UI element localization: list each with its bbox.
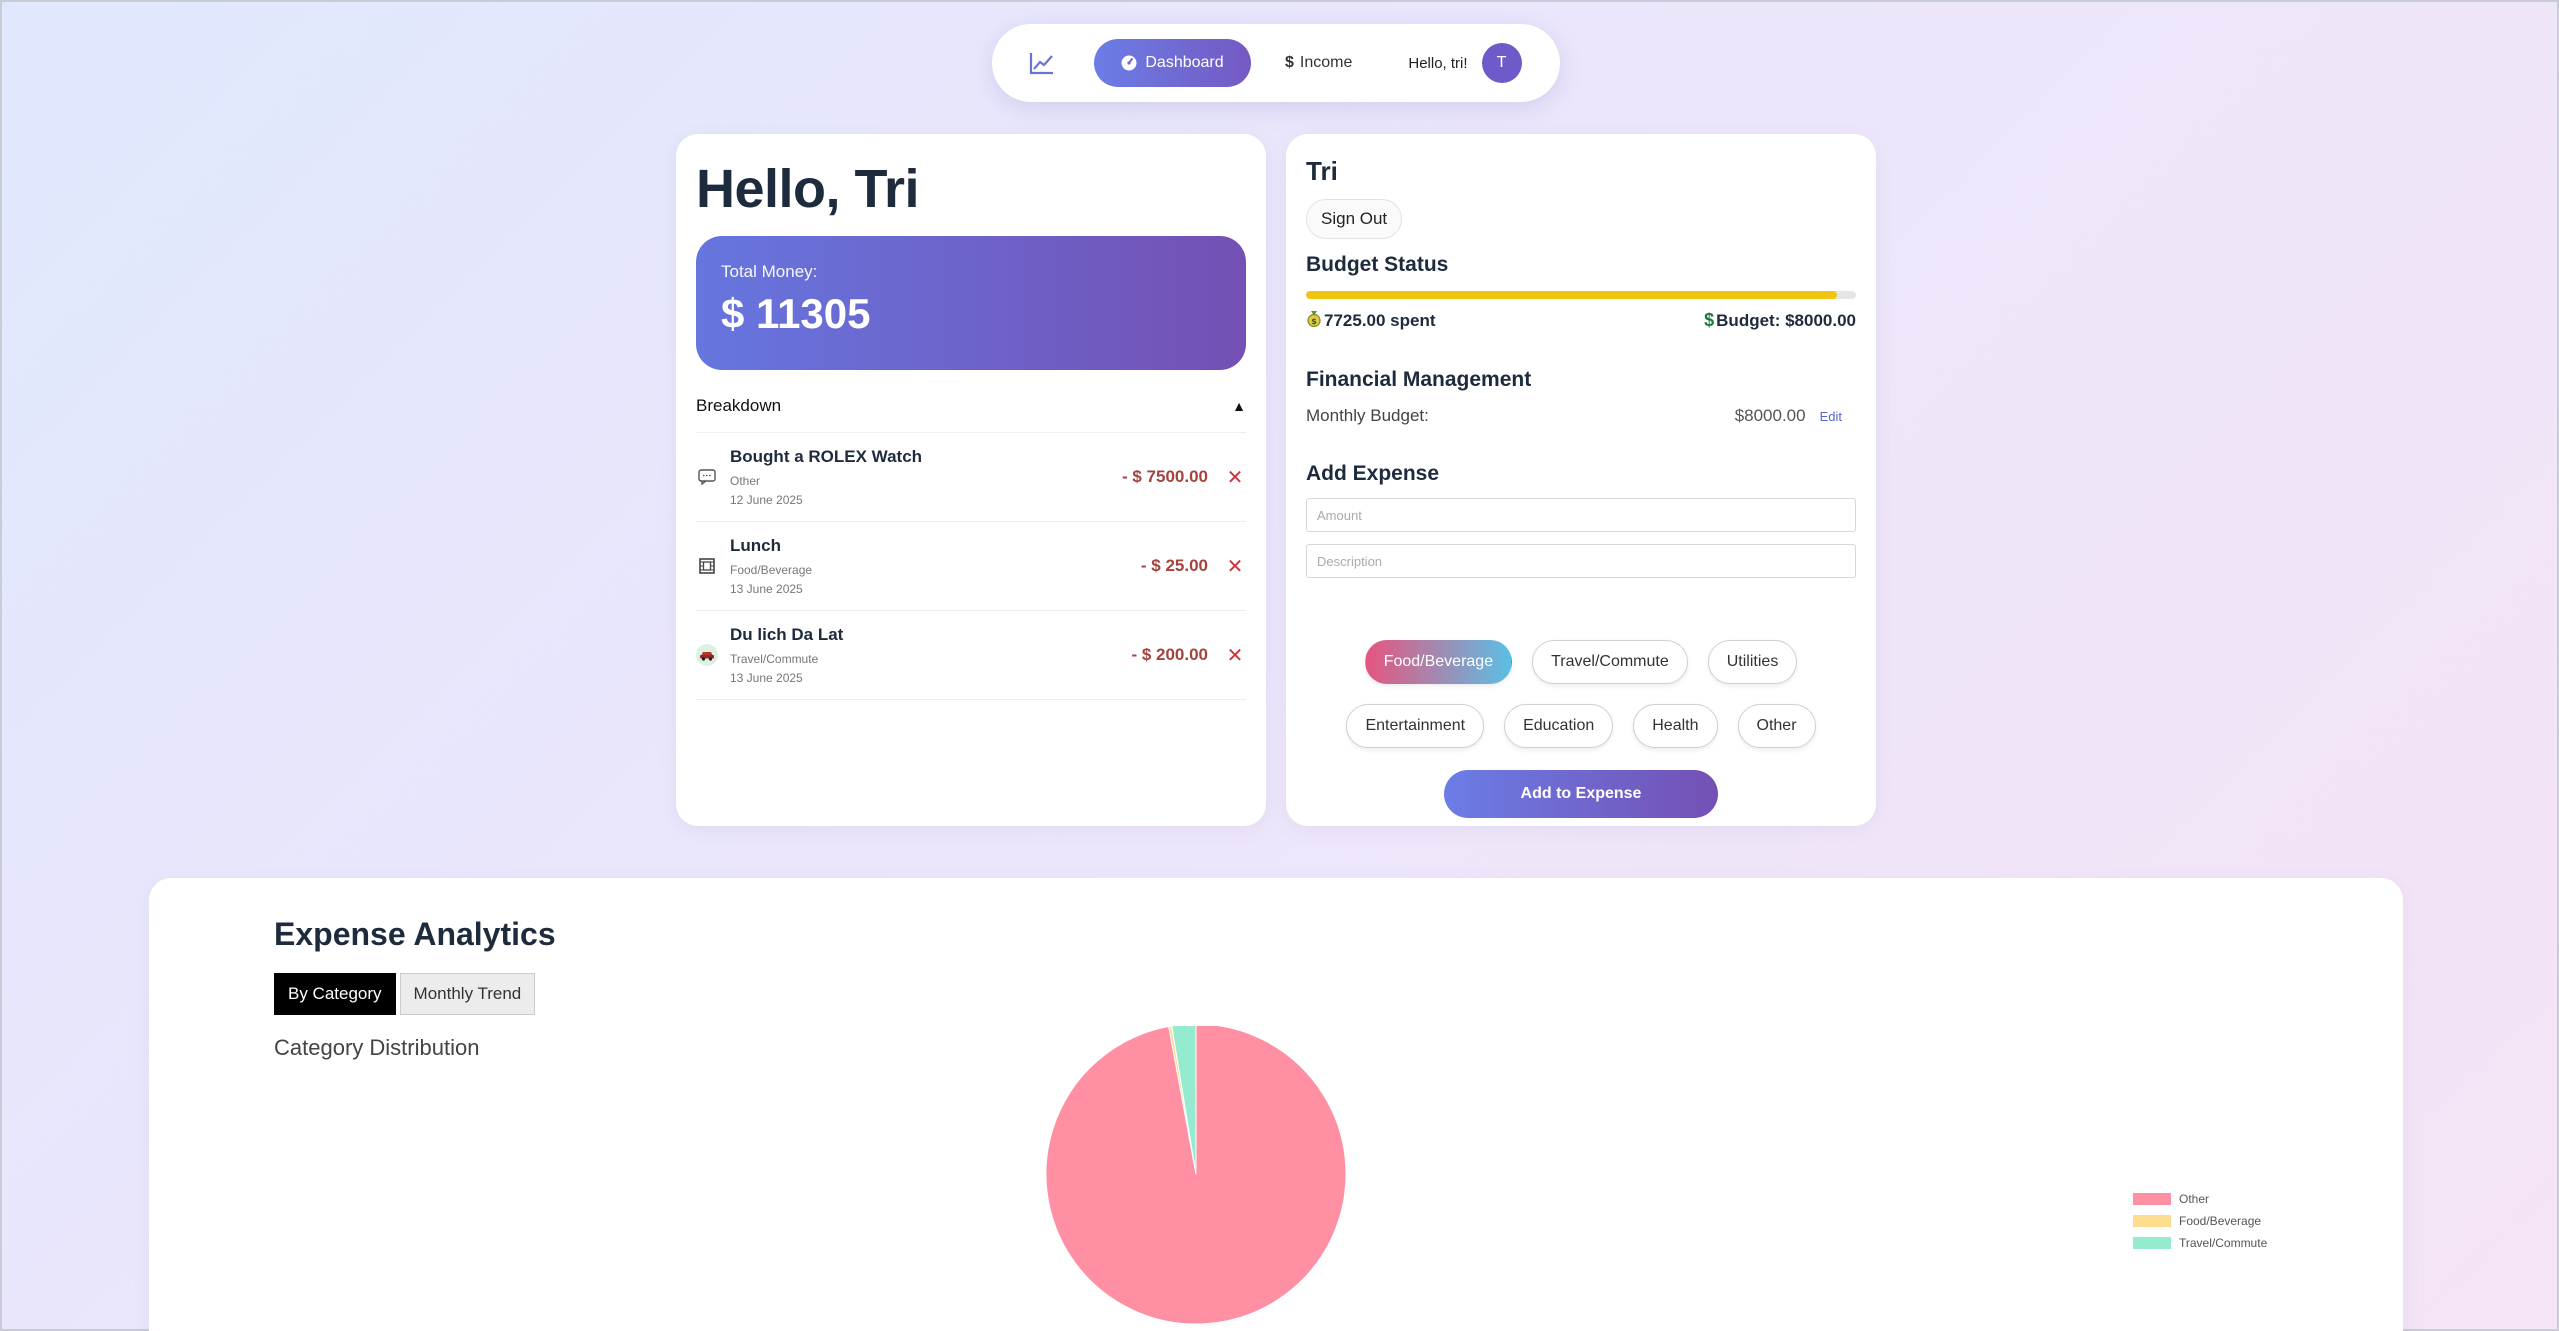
legend-item[interactable]: Food/Beverage: [2133, 1210, 2267, 1232]
expense-title: Lunch: [730, 536, 781, 555]
category-chip-food-beverage[interactable]: Food/Beverage: [1364, 640, 1513, 684]
nav-dashboard-label: Dashboard: [1145, 54, 1224, 71]
legend-swatch: [2133, 1215, 2171, 1227]
top-navbar: Dashboard $ Income Hello, tri! T: [992, 24, 1560, 102]
nav-greeting: Hello, tri!: [1408, 54, 1468, 72]
dollar-banknote-icon: $: [1704, 310, 1715, 330]
category-chip-health[interactable]: Health: [1633, 704, 1718, 748]
budget-progress-bar: [1306, 291, 1856, 299]
legend-item[interactable]: Other: [2133, 1188, 2267, 1210]
total-money-value: $ 11305: [721, 290, 871, 337]
budget-progress-fill: [1306, 291, 1838, 299]
tab-monthly-trend[interactable]: Monthly Trend: [399, 973, 536, 1015]
add-expense-title: Add Expense: [1306, 462, 1440, 485]
expense-amount: - $ 7500.00: [1121, 467, 1208, 486]
description-input[interactable]: [1306, 544, 1856, 578]
dollar-icon: $: [1285, 54, 1294, 71]
expense-amount: - $ 200.00: [1131, 645, 1208, 664]
expense-category: Other: [730, 474, 761, 488]
expense-analytics-card: Expense Analytics By Category Monthly Tr…: [149, 878, 2403, 1331]
expense-item: Lunch Food/Beverage 13 June 2025 - $ 25.…: [696, 522, 1246, 611]
total-money-label: Total Money:: [721, 262, 818, 281]
gauge-icon: [1121, 55, 1137, 71]
monthly-budget-value: $8000.00: [1734, 406, 1806, 425]
total-money-box: Total Money: $ 11305: [696, 236, 1246, 370]
delete-icon[interactable]: ✕: [1224, 643, 1246, 668]
category-chip-utilities[interactable]: Utilities: [1707, 640, 1798, 684]
expense-date: 13 June 2025: [730, 582, 803, 596]
expense-item: Du lich Da Lat Travel/Commute 13 June 20…: [696, 611, 1246, 700]
delete-icon[interactable]: ✕: [1224, 465, 1246, 490]
add-to-expense-button[interactable]: Add to Expense: [1444, 770, 1718, 818]
nav-income-label: Income: [1299, 54, 1353, 71]
edit-budget-link[interactable]: Edit: [1820, 409, 1842, 424]
financial-management-title: Financial Management: [1306, 368, 1532, 391]
legend-swatch: [2133, 1237, 2171, 1249]
page-title: Hello, Tri: [696, 159, 920, 219]
category-pie-chart: [1045, 1026, 1347, 1325]
legend-swatch: [2133, 1193, 2171, 1205]
category-chip-entertainment[interactable]: Entertainment: [1346, 704, 1485, 748]
analytics-title: Expense Analytics: [274, 916, 556, 952]
expense-amount: - $ 25.00: [1140, 556, 1208, 575]
breakdown-toggle[interactable]: Breakdown ▲: [696, 396, 1246, 433]
expense-title: Bought a ROLEX Watch: [730, 447, 923, 466]
budget-text: Budget: $8000.00: [1716, 310, 1856, 330]
legend-label: Travel/Commute: [2179, 1236, 2268, 1250]
svg-text:$: $: [1311, 317, 1317, 326]
amount-input[interactable]: [1306, 498, 1856, 532]
sign-out-button[interactable]: Sign Out: [1306, 199, 1403, 239]
analytics-tabs: By Category Monthly Trend: [274, 973, 2278, 1015]
tab-by-category[interactable]: By Category: [274, 973, 396, 1015]
monthly-budget-label: Monthly Budget:: [1306, 406, 1429, 425]
nav-income-button[interactable]: $ Income: [1285, 54, 1352, 72]
breakdown-label: Breakdown: [696, 396, 782, 415]
category-chip-education[interactable]: Education: [1504, 704, 1614, 748]
film-frame-icon: [696, 555, 718, 577]
expense-category: Food/Beverage: [730, 563, 813, 577]
chart-legend: Other Food/Beverage Travel/Commute: [2133, 1188, 2267, 1254]
overview-card: Hello, Tri Total Money: $ 11305 Breakdow…: [676, 134, 1266, 826]
avatar[interactable]: T: [1481, 43, 1522, 83]
expense-date: 13 June 2025: [730, 671, 803, 685]
delete-icon[interactable]: ✕: [1224, 554, 1246, 579]
expense-date: 12 June 2025: [730, 493, 803, 507]
speech-bubble-icon: [696, 466, 718, 488]
spent-text: 7725.00 spent: [1324, 310, 1436, 330]
legend-label: Food/Beverage: [2179, 1214, 2262, 1228]
legend-item[interactable]: Travel/Commute: [2133, 1232, 2267, 1254]
budget-card: Tri Sign Out Budget Status $ 7725.00 spe…: [1286, 134, 1876, 826]
user-name: Tri: [1306, 156, 1338, 186]
nav-dashboard-button[interactable]: Dashboard: [1094, 39, 1251, 87]
legend-label: Other: [2179, 1192, 2210, 1206]
budget-status-title: Budget Status: [1306, 253, 1449, 276]
caret-up-icon: ▲: [1232, 398, 1246, 414]
expense-title: Du lich Da Lat: [730, 625, 844, 644]
category-chip-travel-commute[interactable]: Travel/Commute: [1532, 640, 1688, 684]
expense-item: Bought a ROLEX Watch Other 12 June 2025 …: [696, 433, 1246, 522]
category-chips: Food/Beverage Travel/Commute Utilities E…: [1306, 640, 1856, 748]
expense-category: Travel/Commute: [730, 652, 819, 666]
car-icon: [696, 644, 718, 666]
category-chip-other[interactable]: Other: [1737, 704, 1816, 748]
money-bag-icon: $: [1306, 309, 1322, 332]
chart-logo-icon[interactable]: [1022, 43, 1062, 83]
